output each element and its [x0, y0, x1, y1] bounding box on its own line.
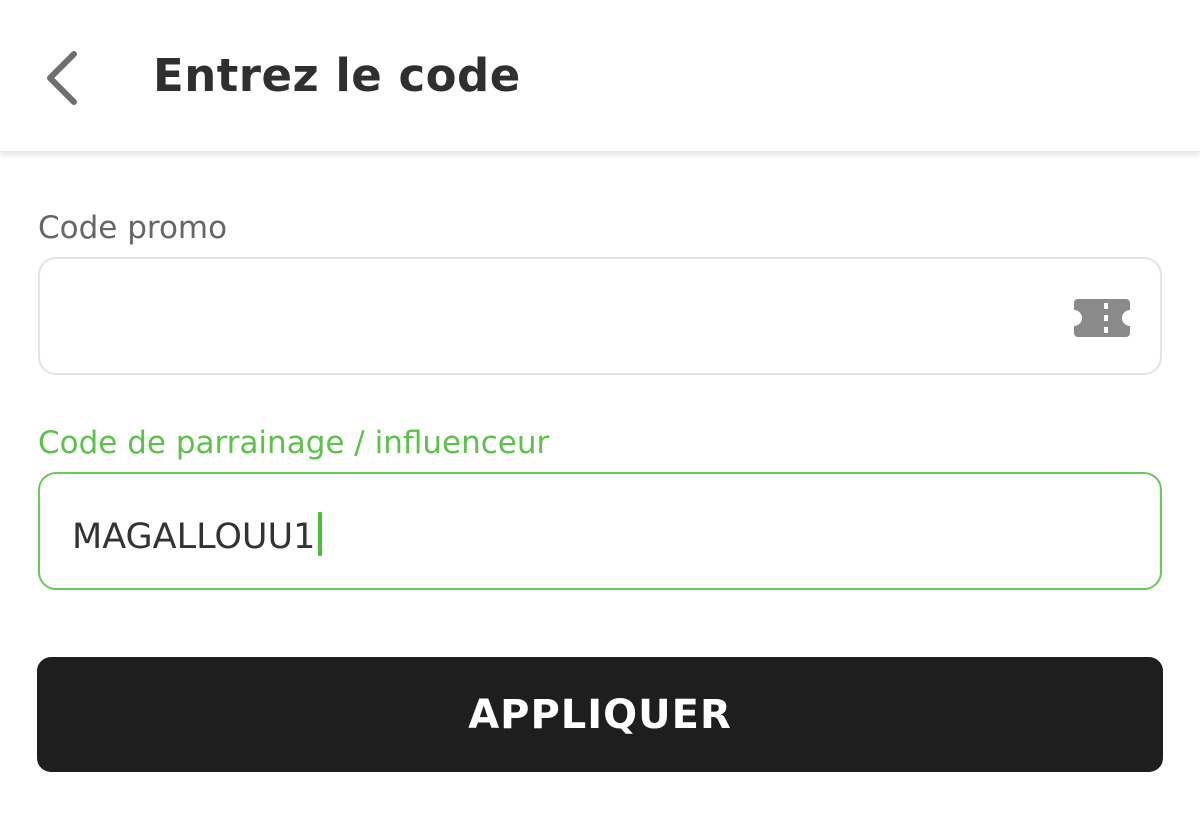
- referral-code-field[interactable]: MAGALLOUU1: [38, 472, 1162, 590]
- chevron-left-icon: [47, 51, 77, 105]
- referral-code-input[interactable]: MAGALLOUU1: [72, 512, 323, 558]
- promo-code-label: Code promo: [38, 210, 228, 246]
- promo-code-input[interactable]: [70, 259, 1050, 373]
- top-bar: Entrez le code: [0, 0, 1200, 152]
- referral-code-value: MAGALLOUU1: [72, 517, 316, 557]
- referral-code-label: Code de parrainage / influenceur: [38, 425, 550, 461]
- page-title: Entrez le code: [153, 49, 521, 102]
- apply-button[interactable]: APPLIQUER: [37, 657, 1163, 772]
- back-button[interactable]: [30, 40, 94, 116]
- promo-code-field[interactable]: [38, 257, 1162, 375]
- text-cursor: [318, 512, 323, 556]
- ticket-icon: [1074, 299, 1130, 337]
